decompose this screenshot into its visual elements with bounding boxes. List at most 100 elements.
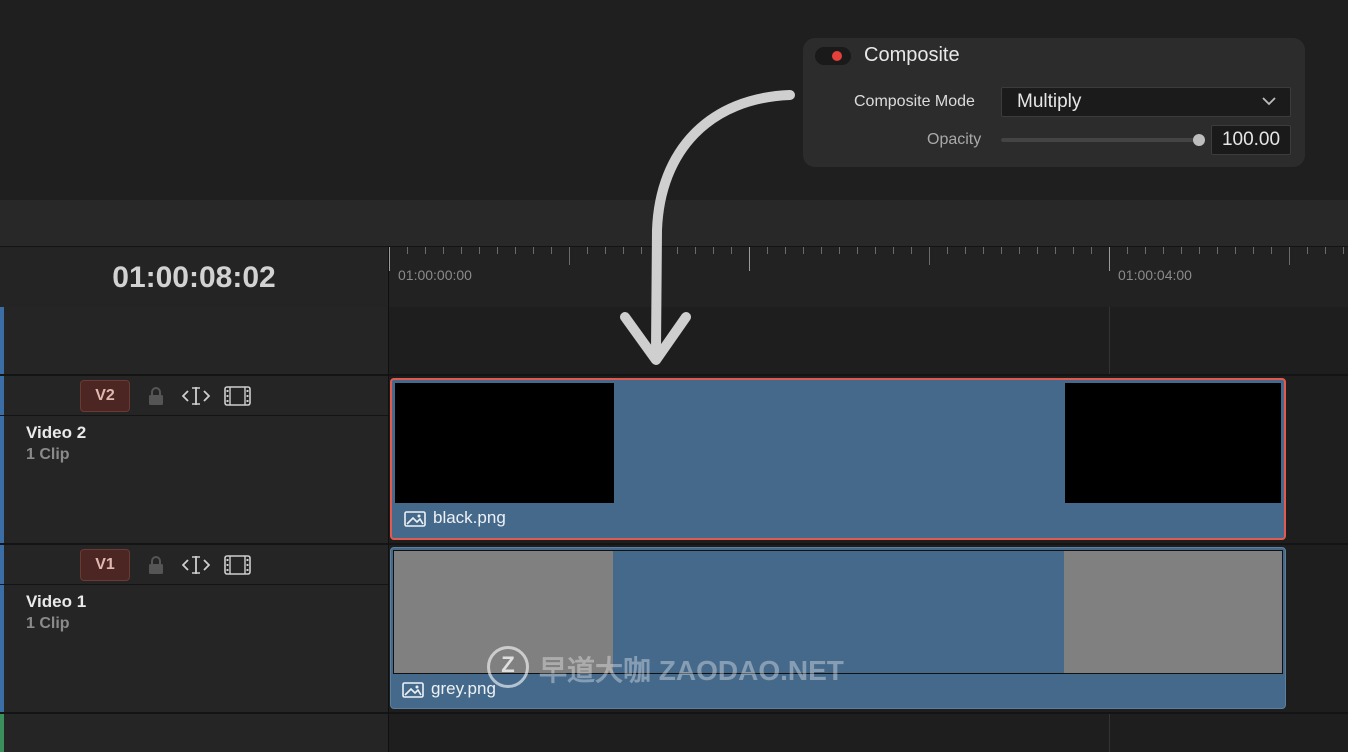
track-controls-v2: V2 xyxy=(0,376,388,416)
timecode-display: 01:00:08:02 xyxy=(0,246,388,308)
ruler-tick xyxy=(1127,247,1128,254)
track-clip-count-v2: 1 Clip xyxy=(26,446,70,463)
ruler-tick xyxy=(875,247,876,254)
ruler-tick xyxy=(1253,247,1254,254)
ruler-tick xyxy=(443,247,444,254)
ruler-label-start: 01:00:00:00 xyxy=(398,267,472,283)
opacity-slider[interactable] xyxy=(1001,138,1199,142)
track-area-v1: grey.png xyxy=(389,545,1348,714)
opacity-label: Opacity xyxy=(927,131,982,148)
ruler-tick xyxy=(587,247,588,254)
ruler-tick xyxy=(1073,247,1074,254)
ruler-tick xyxy=(461,247,462,254)
composite-mode-value: Multiply xyxy=(1017,91,1082,112)
watermark-text: 早道大咖 ZAODAO.NET xyxy=(539,655,844,686)
composite-title: Composite xyxy=(864,44,960,66)
track-area-v2: black.png xyxy=(389,376,1348,545)
composite-mode-select[interactable]: Multiply xyxy=(1001,87,1291,117)
ruler-tick xyxy=(515,247,516,254)
clip-overlap-region xyxy=(614,383,1065,507)
track-header-empty xyxy=(0,307,388,376)
track-header-v2: V2 Video 2 1 Clip xyxy=(0,376,388,545)
ruler-tick xyxy=(1271,247,1272,254)
ruler-tick xyxy=(1019,247,1020,254)
ruler-tick xyxy=(425,247,426,254)
ruler-tick xyxy=(1163,247,1164,254)
composite-mode-label: Composite Mode xyxy=(854,93,975,110)
toggle-dot xyxy=(832,51,842,61)
ruler-tick xyxy=(407,247,408,254)
annotation-arrow xyxy=(620,90,795,365)
timeline-ruler[interactable]: 01:00:00:00 01:00:04:00 xyxy=(389,246,1348,308)
track-accent xyxy=(0,307,4,374)
track-area-audio xyxy=(389,714,1348,752)
ruler-tick xyxy=(1109,247,1110,271)
image-icon xyxy=(402,682,424,698)
ruler-tick xyxy=(821,247,822,254)
ruler-tick xyxy=(1235,247,1236,254)
ruler-tick xyxy=(533,247,534,254)
composite-toggle[interactable] xyxy=(815,47,851,65)
auto-select-icon[interactable] xyxy=(182,555,210,575)
column-divider xyxy=(388,246,389,752)
playhead-guide xyxy=(1109,714,1110,752)
ruler-tick xyxy=(1343,247,1344,254)
track-name-v1: Video 1 xyxy=(26,592,87,611)
clip-black-png[interactable]: black.png xyxy=(390,378,1286,540)
track-clip-count-v1: 1 Clip xyxy=(26,615,70,632)
ruler-tick xyxy=(1145,247,1146,254)
ruler-tick xyxy=(911,247,912,254)
ruler-tick xyxy=(983,247,984,254)
clip-thumbnail xyxy=(395,383,1281,507)
watermark-logo: Z xyxy=(487,646,529,688)
film-strip-icon[interactable] xyxy=(224,555,251,575)
ruler-tick xyxy=(551,247,552,254)
ruler-tick xyxy=(965,247,966,254)
opacity-input[interactable]: 100.00 xyxy=(1211,125,1291,155)
opacity-slider-fill xyxy=(1001,138,1199,142)
ruler-tick xyxy=(1199,247,1200,254)
ruler-tick xyxy=(1289,247,1290,265)
lock-icon[interactable] xyxy=(146,386,166,406)
clip-footer: black.png xyxy=(395,503,1281,535)
image-icon xyxy=(404,511,426,527)
ruler-tick xyxy=(569,247,570,265)
ruler-tick xyxy=(1217,247,1218,254)
lock-icon[interactable] xyxy=(146,555,166,575)
auto-select-icon[interactable] xyxy=(182,386,210,406)
opacity-value: 100.00 xyxy=(1221,129,1281,150)
ruler-tick xyxy=(389,247,390,271)
track-name-v2: Video 2 xyxy=(26,423,87,442)
track-badge-v2[interactable]: V2 xyxy=(80,380,130,412)
track-header-audio xyxy=(0,714,388,752)
ruler-tick xyxy=(839,247,840,254)
ruler-tick xyxy=(1325,247,1326,254)
opacity-slider-handle[interactable] xyxy=(1193,134,1205,146)
ruler-tick xyxy=(1307,247,1308,254)
ruler-tick xyxy=(1001,247,1002,254)
ruler-tick xyxy=(947,247,948,254)
track-accent xyxy=(0,714,4,752)
ruler-tick xyxy=(857,247,858,254)
composite-panel: Composite Composite Mode Multiply Opacit… xyxy=(803,38,1305,167)
ruler-tick xyxy=(497,247,498,254)
track-header-v1: V1 Video 1 1 Clip xyxy=(0,545,388,714)
playhead-guide xyxy=(1109,307,1110,374)
ruler-tick xyxy=(1181,247,1182,254)
track-area-empty xyxy=(389,307,1348,376)
ruler-tick xyxy=(479,247,480,254)
ruler-tick xyxy=(893,247,894,254)
ruler-tick xyxy=(929,247,930,265)
track-controls-v1: V1 xyxy=(0,545,388,585)
clip-name: black.png xyxy=(433,508,506,527)
watermark: Z 早道大咖 ZAODAO.NET xyxy=(487,646,907,688)
chevron-down-icon xyxy=(1262,97,1276,106)
ruler-tick xyxy=(1037,247,1038,254)
ruler-tick xyxy=(1055,247,1056,254)
ruler-label-4s: 01:00:04:00 xyxy=(1118,267,1192,283)
film-strip-icon[interactable] xyxy=(224,386,251,406)
watermark-logo-letter: Z xyxy=(501,652,515,677)
ruler-tick xyxy=(1091,247,1092,254)
current-timecode: 01:00:08:02 xyxy=(112,261,276,294)
track-badge-v1[interactable]: V1 xyxy=(80,549,130,581)
